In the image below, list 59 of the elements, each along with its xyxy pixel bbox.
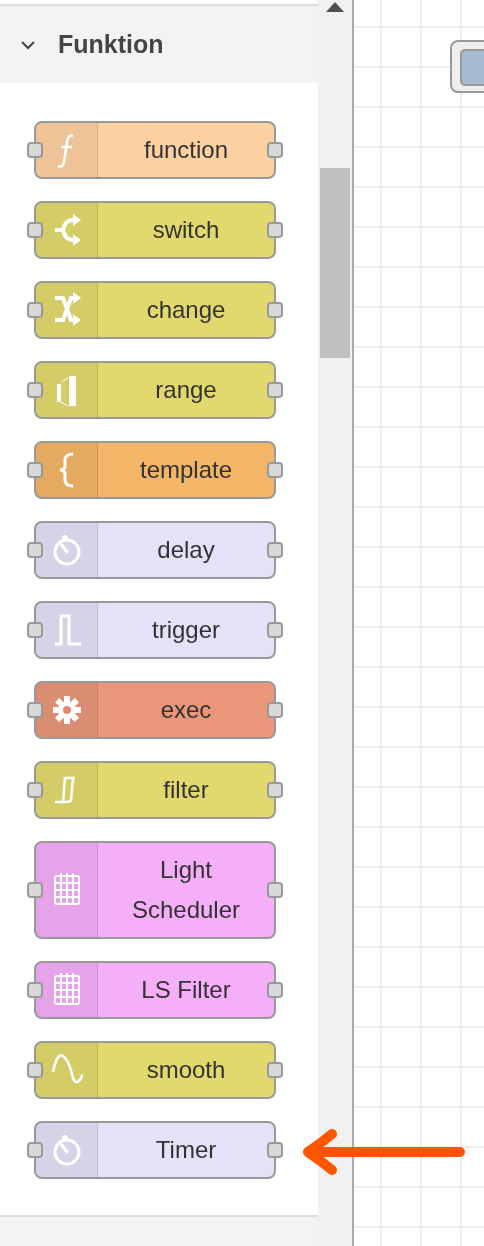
output-port[interactable] [267,142,283,158]
output-port[interactable] [267,622,283,638]
node-label: trigger [152,615,220,645]
input-port[interactable] [27,542,43,558]
node-label: delay [157,535,215,565]
palette-node[interactable]: Timer [34,1121,276,1179]
node-label: function [143,135,229,165]
input-port[interactable] [27,1062,43,1078]
palette-node[interactable]: function [34,121,276,179]
category-title: Funktion [58,28,164,60]
palette-node[interactable]: switch [34,201,276,259]
node-label: exec [160,695,212,725]
output-port[interactable] [267,382,283,398]
palette-node[interactable]: smooth [34,1041,276,1099]
palette-node[interactable]: LS Filter [34,961,276,1019]
chevron-icon [20,39,36,50]
palette-node[interactable]: range [34,361,276,419]
output-port[interactable] [267,1062,283,1078]
output-port[interactable] [267,462,283,478]
category-header[interactable]: Funktion [0,6,318,83]
output-port[interactable] [267,782,283,798]
node-label: Timer [155,1135,217,1165]
node-label: switch [152,215,220,245]
input-port[interactable] [27,382,43,398]
scrollbar[interactable] [318,0,352,1246]
input-port[interactable] [27,622,43,638]
input-port[interactable] [27,882,43,898]
output-port[interactable] [267,982,283,998]
palette-node[interactable]: change [34,281,276,339]
node-label: smooth [146,1055,226,1085]
output-port[interactable] [267,542,283,558]
node-label: Light Scheduler [130,855,242,925]
output-port[interactable] [267,222,283,238]
scrollbar-thumb[interactable] [320,168,350,358]
input-port[interactable] [27,1142,43,1158]
node-label: range [155,375,217,405]
input-port[interactable] [27,462,43,478]
node-label: change [146,295,226,325]
output-port[interactable] [267,302,283,318]
node-label: template [139,455,233,485]
palette-node[interactable]: template [34,441,276,499]
category-header[interactable] [0,1215,318,1246]
palette-node[interactable]: exec [34,681,276,739]
palette-node[interactable]: filter [34,761,276,819]
output-port[interactable] [267,702,283,718]
input-port[interactable] [27,782,43,798]
scroll-up-icon[interactable] [326,0,344,12]
palette-node[interactable]: trigger [34,601,276,659]
input-port[interactable] [27,302,43,318]
palette-node[interactable]: delay [34,521,276,579]
node-label: filter [163,775,209,805]
input-port[interactable] [27,702,43,718]
input-port[interactable] [27,222,43,238]
palette-node[interactable]: Light Scheduler [34,841,276,939]
input-port[interactable] [27,982,43,998]
output-port[interactable] [267,1142,283,1158]
node-label: LS Filter [141,975,231,1005]
output-port[interactable] [267,882,283,898]
input-port[interactable] [27,142,43,158]
